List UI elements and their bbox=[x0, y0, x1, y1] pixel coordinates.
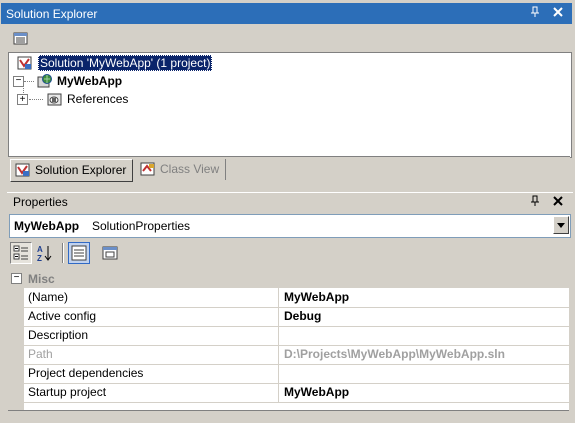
tree-item-project[interactable]: − MyWebApp bbox=[13, 73, 213, 90]
tab-solution-explorer[interactable]: Solution Explorer bbox=[10, 159, 134, 185]
tab-label: Class View bbox=[160, 162, 220, 176]
categorized-icon bbox=[13, 245, 28, 260]
property-name: Path bbox=[24, 345, 279, 364]
category-label: Misc bbox=[28, 272, 55, 286]
object-selector[interactable]: MyWebApp SolutionProperties bbox=[9, 214, 571, 238]
property-name: (Name) bbox=[24, 288, 279, 307]
tab-label: Solution Explorer bbox=[35, 163, 127, 177]
tree-item-label: Solution 'MyWebApp' (1 project) bbox=[38, 55, 213, 71]
close-icon[interactable] bbox=[551, 195, 565, 209]
property-row[interactable]: Description bbox=[8, 326, 569, 346]
property-grid: − Misc (Name) MyWebApp Active config Deb… bbox=[8, 268, 569, 411]
property-row[interactable]: Path D:\Projects\MyWebApp\MyWebApp.sln bbox=[8, 345, 569, 365]
tree-item-label: MyWebApp bbox=[57, 74, 123, 88]
tree-connector bbox=[24, 81, 34, 82]
properties-list-icon bbox=[71, 245, 87, 261]
collapse-icon[interactable]: − bbox=[11, 273, 22, 284]
property-row[interactable]: Active config Debug bbox=[8, 307, 569, 327]
object-type: SolutionProperties bbox=[92, 219, 191, 233]
row-gutter bbox=[8, 364, 24, 383]
property-name: Description bbox=[24, 326, 279, 345]
alphabetical-icon: AZ bbox=[37, 245, 52, 263]
tree-item-label: References bbox=[67, 92, 129, 106]
description-pane bbox=[8, 410, 569, 423]
property-value[interactable]: Debug bbox=[279, 307, 569, 326]
solution-explorer-titlebar: Solution Explorer bbox=[1, 3, 572, 24]
property-pages-button[interactable] bbox=[99, 242, 121, 264]
class-view-tab-icon bbox=[140, 162, 156, 184]
properties-title: Properties bbox=[13, 195, 68, 209]
property-value: D:\Projects\MyWebApp\MyWebApp.sln bbox=[284, 347, 505, 361]
property-value[interactable] bbox=[279, 326, 569, 345]
property-value[interactable]: MyWebApp bbox=[279, 288, 569, 307]
row-gutter bbox=[8, 288, 24, 307]
row-gutter bbox=[8, 307, 24, 326]
properties-toolbar: AZ bbox=[9, 241, 129, 265]
category-misc[interactable]: − Misc bbox=[8, 269, 569, 288]
properties-view-button[interactable] bbox=[68, 242, 90, 264]
solution-explorer-tabs: Solution Explorer Class View bbox=[8, 156, 570, 183]
property-row[interactable]: (Name) MyWebApp bbox=[8, 288, 569, 308]
tree-connector bbox=[29, 99, 43, 100]
properties-titlebar: Properties bbox=[7, 192, 573, 211]
property-value[interactable] bbox=[279, 364, 569, 383]
svg-text:A: A bbox=[37, 245, 43, 254]
property-row[interactable]: Startup project MyWebApp bbox=[8, 383, 569, 403]
tab-class-view[interactable]: Class View bbox=[136, 159, 227, 180]
properties-toolbar-button[interactable] bbox=[12, 30, 32, 48]
close-icon[interactable] bbox=[551, 6, 565, 20]
property-name: Active config bbox=[24, 307, 279, 326]
svg-text:Z: Z bbox=[37, 254, 42, 263]
solution-explorer-title: Solution Explorer bbox=[6, 7, 98, 21]
expand-icon[interactable]: + bbox=[17, 94, 28, 105]
solution-explorer-tab-icon bbox=[15, 163, 31, 185]
solution-tree: Solution 'MyWebApp' (1 project) − MyWebA… bbox=[8, 52, 572, 158]
chevron-down-icon[interactable] bbox=[553, 216, 569, 234]
row-gutter bbox=[8, 345, 24, 364]
tree-connector bbox=[23, 79, 24, 93]
properties-icon bbox=[13, 32, 28, 45]
pin-icon[interactable] bbox=[528, 195, 542, 209]
web-project-icon bbox=[37, 74, 53, 89]
property-row[interactable]: Project dependencies bbox=[8, 364, 569, 384]
toolbar-separator bbox=[62, 243, 64, 263]
tree-item-references[interactable]: + References bbox=[17, 79, 223, 108]
property-value[interactable]: MyWebApp bbox=[279, 383, 569, 402]
solution-icon bbox=[17, 56, 33, 71]
pin-icon[interactable] bbox=[528, 6, 542, 20]
alphabetical-button[interactable]: AZ bbox=[34, 242, 56, 264]
property-pages-icon bbox=[102, 246, 118, 260]
row-gutter bbox=[8, 383, 24, 402]
row-gutter bbox=[8, 326, 24, 345]
property-name: Project dependencies bbox=[24, 364, 279, 383]
property-name: Startup project bbox=[24, 383, 279, 402]
categorized-button[interactable] bbox=[10, 242, 32, 264]
object-name: MyWebApp bbox=[14, 219, 80, 233]
references-icon bbox=[47, 92, 63, 107]
